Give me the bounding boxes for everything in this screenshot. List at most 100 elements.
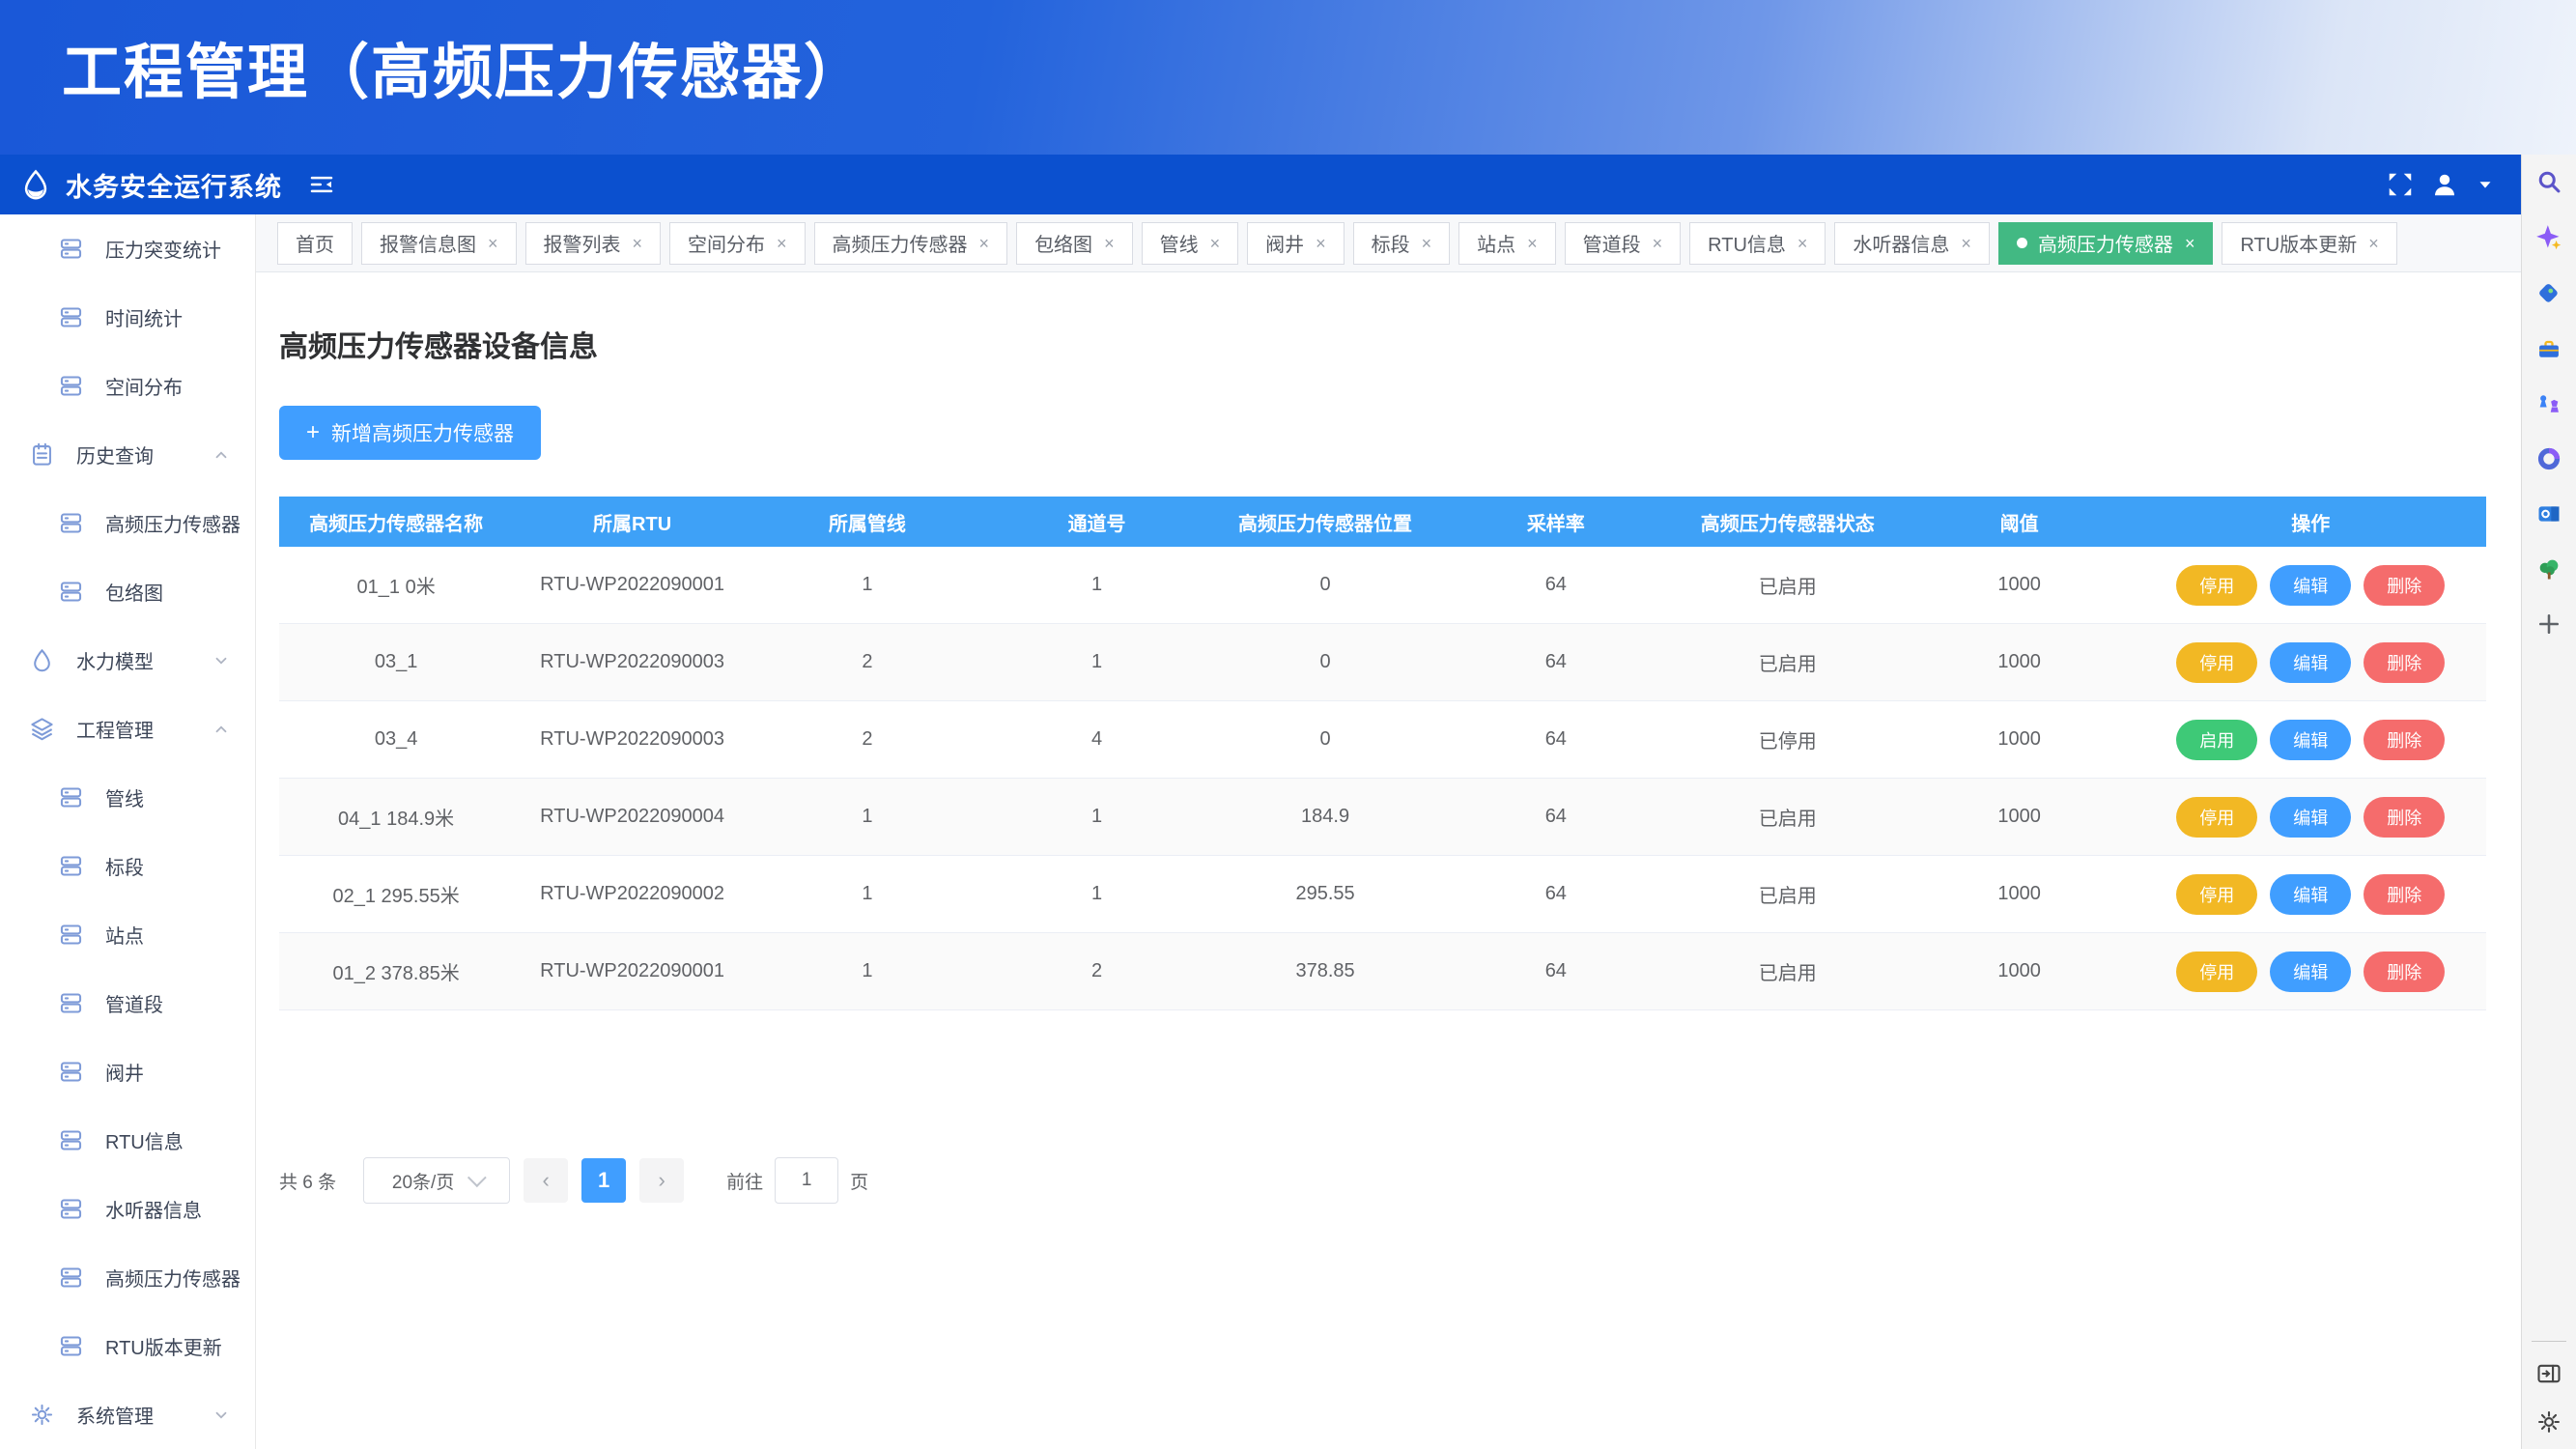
tab-pipeline[interactable]: 管线× xyxy=(1142,222,1239,265)
enable-button[interactable]: 启用 xyxy=(2176,720,2257,760)
add-sensor-button[interactable]: + 新增高频压力传感器 xyxy=(279,406,541,460)
delete-button[interactable]: 删除 xyxy=(2364,565,2445,606)
edit-button[interactable]: 编辑 xyxy=(2270,797,2351,838)
disable-button[interactable]: 停用 xyxy=(2176,952,2257,992)
cell-rtu: RTU-WP2022090001 xyxy=(513,574,751,596)
copilot-icon[interactable] xyxy=(2535,224,2562,251)
menu-fold-icon[interactable] xyxy=(307,170,336,199)
tab-close-icon[interactable]: × xyxy=(777,235,787,252)
cell-rate: 64 xyxy=(1440,651,1672,673)
prev-page-button[interactable]: ‹ xyxy=(524,1158,568,1203)
tab-spatial-distribution[interactable]: 空间分布× xyxy=(669,222,806,265)
sidebar-item-hf-pressure-sensor-history[interactable]: 高频压力传感器 xyxy=(0,489,255,557)
tab-hydrophone-info[interactable]: 水听器信息× xyxy=(1834,222,1990,265)
cell-channel: 4 xyxy=(983,728,1210,751)
tab-close-icon[interactable]: × xyxy=(1653,235,1663,252)
col-header: 所属管线 xyxy=(751,508,983,536)
wallet-icon[interactable] xyxy=(2535,500,2562,527)
tab-rtu-version-update[interactable]: RTU版本更新× xyxy=(2222,222,2396,265)
tab-close-icon[interactable]: × xyxy=(2185,235,2195,252)
tab-close-icon[interactable]: × xyxy=(1210,235,1221,252)
disable-button[interactable]: 停用 xyxy=(2176,565,2257,606)
fullscreen-icon[interactable] xyxy=(2386,170,2415,199)
tab-station[interactable]: 站点× xyxy=(1458,222,1556,265)
user-avatar-icon[interactable] xyxy=(2430,170,2459,199)
sidebar-item-pressure-mutation-stats[interactable]: 压力突变统计 xyxy=(0,214,255,283)
tab-close-icon[interactable]: × xyxy=(979,235,990,252)
edit-button[interactable]: 编辑 xyxy=(2270,952,2351,992)
edit-button[interactable]: 编辑 xyxy=(2270,642,2351,683)
hide-sidebar-icon[interactable] xyxy=(2535,1360,2562,1387)
sidebar-item-hydrophone-info[interactable]: 水听器信息 xyxy=(0,1175,255,1243)
sidebar-item-bid-section[interactable]: 标段 xyxy=(0,832,255,900)
cell-threshold: 1000 xyxy=(1904,728,2136,751)
tab-alarm-list[interactable]: 报警列表× xyxy=(525,222,662,265)
table-row: 04_1 184.9米 RTU-WP2022090004 1 1 184.9 6… xyxy=(279,779,2486,856)
tab-close-icon[interactable]: × xyxy=(1422,235,1432,252)
tab-home[interactable]: 首页 xyxy=(277,222,353,265)
tab-label: 首页 xyxy=(296,229,334,257)
tab-alarm-info-map[interactable]: 报警信息图× xyxy=(361,222,517,265)
tab-close-icon[interactable]: × xyxy=(488,235,498,252)
disable-button[interactable]: 停用 xyxy=(2176,797,2257,838)
next-page-button[interactable]: › xyxy=(639,1158,684,1203)
delete-button[interactable]: 删除 xyxy=(2364,642,2445,683)
delete-button[interactable]: 删除 xyxy=(2364,720,2445,760)
disable-button[interactable]: 停用 xyxy=(2176,874,2257,915)
current-page-button[interactable]: 1 xyxy=(581,1158,626,1203)
cell-pipeline: 2 xyxy=(751,651,983,673)
tab-close-icon[interactable]: × xyxy=(1961,235,1971,252)
sidebar-item-pipeline[interactable]: 管线 xyxy=(0,763,255,832)
tab-close-icon[interactable]: × xyxy=(1798,235,1808,252)
goto-page-input[interactable] xyxy=(775,1157,838,1204)
settings-icon[interactable] xyxy=(2535,1408,2562,1435)
games-icon[interactable] xyxy=(2535,390,2562,417)
delete-button[interactable]: 删除 xyxy=(2364,874,2445,915)
tab-envelope-diagram[interactable]: 包络图× xyxy=(1016,222,1133,265)
m365-icon[interactable] xyxy=(2535,445,2562,472)
sidebar-item-time-stats[interactable]: 时间统计 xyxy=(0,283,255,352)
tag-icon[interactable] xyxy=(2535,280,2562,307)
tab-close-icon[interactable]: × xyxy=(2368,235,2379,252)
tab-close-icon[interactable]: × xyxy=(1527,235,1538,252)
tab-hf-pressure-sensor-history[interactable]: 高频压力传感器 × xyxy=(814,222,1008,265)
sidebar-item-pipe-segment[interactable]: 管道段 xyxy=(0,969,255,1037)
add-icon[interactable] xyxy=(2535,611,2562,638)
sidebar-item-spatial-distribution[interactable]: 空间分布 xyxy=(0,352,255,420)
sidebar-item-engineering-management[interactable]: 工程管理 xyxy=(0,695,255,763)
sidebar-item-rtu-version-update[interactable]: RTU版本更新 xyxy=(0,1312,255,1380)
page-size-select[interactable]: 20条/页 xyxy=(363,1157,510,1204)
sidebar-item-valve-well[interactable]: 阀井 xyxy=(0,1037,255,1106)
edit-button[interactable]: 编辑 xyxy=(2270,720,2351,760)
tab-close-icon[interactable]: × xyxy=(1104,235,1115,252)
browser-side-strip xyxy=(2521,155,2576,1449)
tab-rtu-info[interactable]: RTU信息× xyxy=(1689,222,1826,265)
tab-close-icon[interactable]: × xyxy=(1316,235,1326,252)
grid-icon xyxy=(58,1333,84,1359)
sidebar-item-hydraulic-model[interactable]: 水力模型 xyxy=(0,626,255,695)
tab-close-icon[interactable]: × xyxy=(633,235,643,252)
delete-button[interactable]: 删除 xyxy=(2364,797,2445,838)
tab-pipe-segment[interactable]: 管道段× xyxy=(1565,222,1682,265)
tab-label: 高频压力传感器 xyxy=(833,229,968,257)
toolbox-icon[interactable] xyxy=(2535,335,2562,362)
active-dot xyxy=(2017,238,2027,248)
tab-hf-pressure-sensor-active[interactable]: 高频压力传感器× xyxy=(1998,222,2214,265)
tab-valve-well[interactable]: 阀井× xyxy=(1247,222,1345,265)
sidebar-item-hf-pressure-sensor[interactable]: 高频压力传感器 xyxy=(0,1243,255,1312)
tree-icon[interactable] xyxy=(2535,555,2562,582)
sidebar-item-envelope-diagram[interactable]: 包络图 xyxy=(0,557,255,626)
sidebar-item-rtu-info[interactable]: RTU信息 xyxy=(0,1106,255,1175)
disable-button[interactable]: 停用 xyxy=(2176,642,2257,683)
edit-button[interactable]: 编辑 xyxy=(2270,565,2351,606)
sidebar-item-label: 系统管理 xyxy=(76,1401,154,1429)
tab-bid-section[interactable]: 标段× xyxy=(1353,222,1451,265)
sidebar-item-station[interactable]: 站点 xyxy=(0,900,255,969)
sidebar-item-history-query[interactable]: 历史查询 xyxy=(0,420,255,489)
chevron-down-icon[interactable] xyxy=(2475,174,2496,195)
search-icon[interactable] xyxy=(2535,168,2562,195)
edit-button[interactable]: 编辑 xyxy=(2270,874,2351,915)
sidebar-item-system-management[interactable]: 系统管理 xyxy=(0,1380,255,1449)
delete-button[interactable]: 删除 xyxy=(2364,952,2445,992)
cell-status: 已启用 xyxy=(1672,648,1904,676)
